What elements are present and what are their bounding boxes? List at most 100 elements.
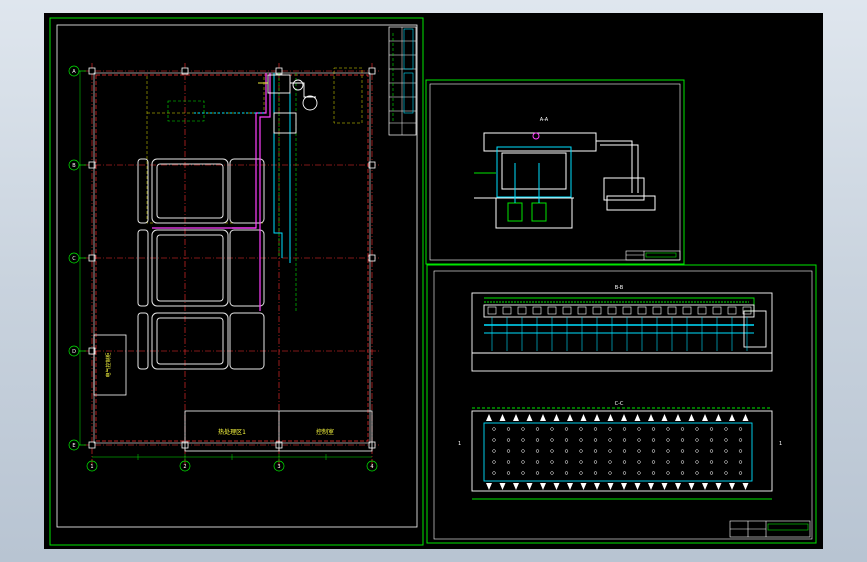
plan-label-c-c: C-C [615,401,624,407]
plan-burner-point [550,449,554,453]
plan-burner-top [499,414,506,421]
plan-burner-point [695,460,699,464]
room-label-control: 控制室 [316,428,334,436]
plan-burner-bottom [594,483,600,490]
sheet-frame-top-right [425,79,685,265]
sheet-frame-left-inner [56,24,418,528]
plan-burner-point [637,449,641,453]
plan-burner-point [622,471,627,475]
plan-burner-point [521,460,525,464]
plan-burner-point [593,427,598,431]
plan-burner-bottom [526,483,533,490]
plan-burner-point [637,471,641,475]
view-label-a-a: A-A [540,117,549,123]
plan-burner-point [637,460,641,464]
cad-drawing-viewport[interactable]: A B C D E 1 2 3 4 热处理区1 控制室 电气控制柜 A-A B-… [44,13,823,549]
plan-burner-point [521,471,525,475]
axis-bubble-labels-left: A B C D E [72,69,76,449]
plan-burner-point [666,438,670,442]
section-mark-left: 1 [458,441,461,447]
plan-burner-point [593,471,598,475]
axis-bubbles-bottom [86,460,378,472]
plan-burner-bottom [742,483,749,490]
plan-burner-top [513,414,519,421]
plan-burner-point [738,427,743,431]
plan-burner-point [695,449,699,453]
plan-burner-top [688,414,695,421]
axis-label-1: 1 [90,464,93,470]
plan-burner-point [666,460,670,464]
elevation-burner [607,306,617,315]
elevation-burner [547,306,557,315]
plan-burner-point [680,438,685,442]
section-mark-right: 1 [779,441,782,447]
plan-burner-top [648,414,654,421]
plan-burner-point [724,460,728,464]
plan-burner-point [622,438,627,442]
elevation-burner [562,306,572,315]
plan-burner-top [594,414,600,421]
plan-burner-point [651,449,656,453]
plan-burner-point [593,449,598,453]
plan-burner-top [526,414,533,421]
axis-label-2: 2 [183,464,186,470]
elevation-burner [622,306,632,315]
plan-burner-point [680,427,685,431]
plan-burner-point [521,427,525,431]
plan-burner-point [724,471,728,475]
plan-burner-top [486,414,492,421]
elevation-burner [637,306,647,315]
duct-magenta [152,73,271,311]
plan-burner-point [680,449,685,453]
plan-burner-point [738,471,743,475]
plan-burner-point [709,460,714,464]
elevation-burner [592,306,602,315]
plan-burner-top [607,414,614,421]
axis-grid-left [84,63,379,468]
plan-burner-point [564,438,569,442]
plan-burner-point [608,427,612,431]
plan-burner-point [666,427,670,431]
elevation-view [471,292,773,372]
plan-burner-bottom [567,483,573,490]
plan-burner-point [680,460,685,464]
plan-burner-point [564,427,569,431]
plan-burner-bottom [661,483,668,490]
plan-burner-point [492,460,496,464]
plan-burner-point [695,438,699,442]
plan-burner-point [521,449,525,453]
plan-burner-bottom [580,483,587,490]
plan-burner-point [709,438,714,442]
section-view-a-a [474,132,656,229]
room-labels: 热处理区1 控制室 [218,428,334,436]
plan-burner-point [535,460,540,464]
plan-burner-point [535,438,540,442]
plan-burner-top [729,414,735,421]
plan-burner-point [608,449,612,453]
elevation-burner [532,306,542,315]
plan-burner-top [580,414,587,421]
elevation-burner [682,306,692,315]
title-block-top-right [625,250,681,261]
plan-burner-point [651,427,656,431]
plan-burner-point [521,438,525,442]
plan-burner-point [738,460,743,464]
service-zone-outline [146,67,363,224]
axis-label-e: E [72,443,75,449]
plan-burner-bottom [688,483,695,490]
elevation-burner [577,306,587,315]
plan-burner-bottom [715,483,722,490]
plan-burner-point [564,460,569,464]
plan-burner-point [637,438,641,442]
plan-burner-point [709,427,714,431]
vertical-note-label: 电气控制柜 [105,352,112,377]
plan-burner-point [535,449,540,453]
plan-burner-point [651,438,656,442]
axis-label-c: C [72,256,76,262]
title-block-left [388,26,417,136]
plan-burner-point [622,460,627,464]
plan-burner-point [506,438,511,442]
axis-label-b: B [72,163,76,169]
plan-burner-point [608,471,612,475]
plan-burner-bottom [675,483,681,490]
